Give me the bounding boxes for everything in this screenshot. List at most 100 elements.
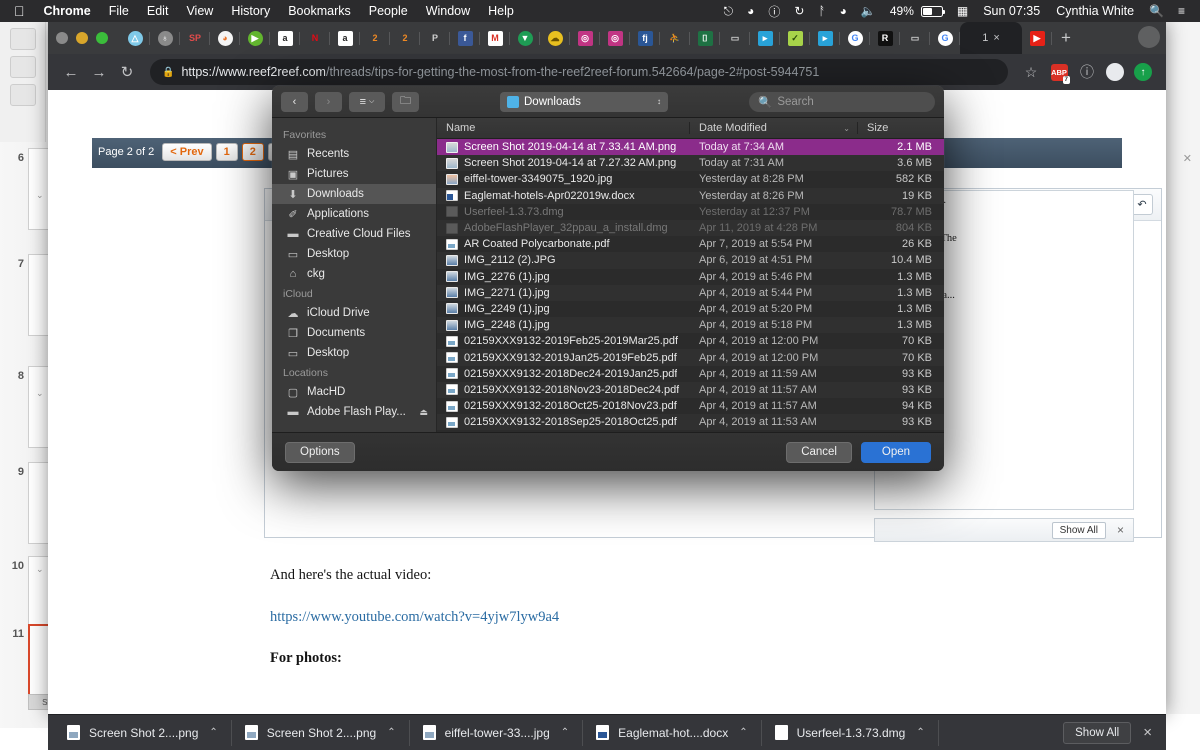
- chevron-up-icon[interactable]: ⌃: [916, 727, 924, 738]
- tab-excel[interactable]: ⌷: [690, 24, 720, 52]
- menu-bar-username[interactable]: Cynthia White: [1048, 4, 1142, 18]
- dialog-view-mode-button[interactable]: ≡ ⌵: [349, 91, 385, 112]
- menu-edit[interactable]: Edit: [138, 4, 178, 18]
- menu-view[interactable]: View: [177, 4, 222, 18]
- file-row[interactable]: 02159XXX9132-2019Feb25-2019Mar25.pdf Apr …: [437, 333, 944, 350]
- menu-file[interactable]: File: [100, 4, 138, 18]
- file-row[interactable]: 02159XXX9132-2018Dec24-2019Jan25.pdf Apr …: [437, 365, 944, 382]
- tab-orange-bird[interactable]: ◕: [210, 24, 240, 52]
- file-row[interactable]: 02159XXX9132-2018Sep25-2018Oct25.pdf Apr …: [437, 414, 944, 431]
- chevron-up-icon[interactable]: ⌃: [739, 727, 747, 738]
- close-tab-icon[interactable]: ×: [993, 32, 999, 44]
- adblock-extension-icon[interactable]: ABP 7: [1046, 63, 1072, 84]
- tab-2-orange[interactable]: 2: [360, 24, 390, 52]
- time-machine-icon[interactable]: ↻: [787, 4, 811, 18]
- slide-tool-icon[interactable]: [9, 84, 36, 106]
- tab-facebook[interactable]: f: [450, 24, 480, 52]
- tab-green-shield[interactable]: ▼: [510, 24, 540, 52]
- address-bar[interactable]: 🔒 https://www.reef2reef.com/threads/tips…: [150, 59, 1008, 85]
- tab-dropbox[interactable]: △: [120, 24, 150, 52]
- download-item[interactable]: eiffel-tower-33....jpg ⌃: [410, 719, 584, 746]
- eject-icon[interactable]: ⏏: [419, 407, 428, 418]
- chevron-down-icon[interactable]: ⌄: [36, 564, 44, 575]
- spotlight-search-icon[interactable]: 🔍: [1142, 4, 1171, 18]
- file-row[interactable]: AR Coated Polycarbonate.pdf Apr 7, 2019 a…: [437, 236, 944, 253]
- tab-instagram[interactable]: ◎: [570, 24, 600, 52]
- menu-help[interactable]: Help: [479, 4, 523, 18]
- sidebar-item-desktop[interactable]: ▭ Desktop: [272, 343, 436, 363]
- sidebar-item-adobe-flash-play[interactable]: ▬ Adobe Flash Play... ⏏: [272, 402, 436, 422]
- file-row[interactable]: IMG_2248 (1).jpg Apr 4, 2019 at 5:18 PM 1.…: [437, 317, 944, 334]
- file-row-selected[interactable]: Screen Shot 2019-04-14 at 7.33.41 AM.png…: [437, 139, 944, 156]
- download-item[interactable]: Screen Shot 2....png ⌃: [54, 719, 232, 746]
- tab-google[interactable]: G: [840, 24, 870, 52]
- tab-google-2[interactable]: G: [930, 24, 960, 52]
- file-row[interactable]: IMG_2112 (2).JPG Apr 6, 2019 at 4:51 PM 10…: [437, 252, 944, 269]
- download-item[interactable]: Userfeel-1.3.73.dmg ⌃: [762, 719, 939, 746]
- column-header-date[interactable]: Date Modified ⌄: [690, 122, 858, 134]
- file-row[interactable]: 02159XXX9132-2019Jan25-2019Feb25.pdf Apr …: [437, 349, 944, 366]
- file-row[interactable]: eiffel-tower-3349075_1920.jpg Yesterday a…: [437, 171, 944, 188]
- sidebar-item-pictures[interactable]: ▣ Pictures: [272, 164, 436, 184]
- chevron-down-icon[interactable]: ⌄: [36, 190, 44, 201]
- file-row[interactable]: IMG_2276 (1).jpg Apr 4, 2019 at 5:46 PM 1.…: [437, 268, 944, 285]
- download-item[interactable]: Eaglemat-hot....docx ⌃: [583, 719, 762, 746]
- show-all-downloads-button[interactable]: Show All: [1063, 721, 1132, 744]
- file-row[interactable]: 02159XXX9132-2018Nov23-2018Dec24.pdf Apr …: [437, 381, 944, 398]
- column-header-size[interactable]: Size: [858, 122, 944, 134]
- notification-center-icon[interactable]: ≡: [1171, 4, 1192, 18]
- new-folder-button[interactable]: 🗀: [392, 91, 419, 112]
- info-icon[interactable]: ⓘ: [1074, 62, 1100, 82]
- location-dropdown[interactable]: Downloads ↕: [500, 91, 668, 112]
- creative-cloud-icon[interactable]: ◕: [740, 4, 761, 18]
- tab-fj[interactable]: fj: [630, 24, 660, 52]
- sidebar-item-desktop[interactable]: ▭ Desktop: [272, 244, 436, 264]
- extension-green-icon[interactable]: ↑: [1130, 63, 1156, 81]
- wifi-icon[interactable]: ◕: [833, 4, 854, 18]
- file-row[interactable]: Eaglemat-hotels-Apr022019w.docx Yesterday…: [437, 187, 944, 204]
- tab-r-black[interactable]: R: [870, 24, 900, 52]
- file-row[interactable]: Screen Shot 2019-04-14 at 7.27.32 AM.png…: [437, 155, 944, 172]
- tab-netflix[interactable]: N: [300, 24, 330, 52]
- active-tab[interactable]: 1 ×: [960, 22, 1022, 54]
- menu-bookmarks[interactable]: Bookmarks: [279, 4, 360, 18]
- calculator-icon[interactable]: ▦: [950, 4, 975, 18]
- chevron-up-icon[interactable]: ⌃: [387, 727, 395, 738]
- tab-sp[interactable]: SP: [180, 24, 210, 52]
- tab-amazon[interactable]: a: [270, 24, 300, 52]
- tab-green-check[interactable]: ✓: [780, 24, 810, 52]
- tab-amazon-2[interactable]: a: [330, 24, 360, 52]
- options-button[interactable]: Options: [285, 441, 355, 463]
- apple-logo-icon[interactable]: : [8, 4, 35, 18]
- preview-show-all-button[interactable]: Show All: [1051, 521, 1106, 539]
- chevron-up-icon[interactable]: ⌃: [209, 727, 217, 738]
- chevron-up-icon[interactable]: ⌃: [561, 727, 569, 738]
- sidebar-item-ckg[interactable]: ⌂ ckg: [272, 264, 436, 284]
- youtube-link[interactable]: https://www.youtube.com/watch?v=4yjw7lyw…: [270, 609, 559, 625]
- sidebar-item-icloud-drive[interactable]: ☁ iCloud Drive: [272, 303, 436, 323]
- column-header-name[interactable]: Name: [437, 122, 690, 134]
- menu-bar-clock[interactable]: Sun 07:35: [975, 4, 1048, 18]
- tab-gmail[interactable]: M: [480, 24, 510, 52]
- tab-green-play[interactable]: ▶: [240, 24, 270, 52]
- tab-instagram-2[interactable]: ◎: [600, 24, 630, 52]
- menu-window[interactable]: Window: [417, 4, 479, 18]
- sidebar-item-machd[interactable]: ▢ MacHD: [272, 382, 436, 402]
- sidebar-item-applications[interactable]: ✐ Applications: [272, 204, 436, 224]
- battery-status[interactable]: 49%: [883, 4, 950, 18]
- back-button[interactable]: ←: [58, 59, 84, 85]
- sidebar-item-creative-cloud-files[interactable]: ▬ Creative Cloud Files: [272, 224, 436, 244]
- page-1-button[interactable]: 1: [215, 143, 238, 161]
- tab-globe[interactable]: ♁: [150, 24, 180, 52]
- dialog-forward-button[interactable]: ›: [315, 91, 342, 112]
- tab-blue-flag-2[interactable]: ▸: [810, 24, 840, 52]
- open-button[interactable]: Open: [861, 441, 931, 463]
- info-circle-icon[interactable]: ⓘ: [761, 3, 787, 20]
- menu-people[interactable]: People: [360, 4, 417, 18]
- screen-capture-icon[interactable]: ⎋: [717, 4, 741, 19]
- tab-p[interactable]: P: [420, 24, 450, 52]
- chevron-down-icon[interactable]: ⌄: [36, 388, 44, 399]
- volume-icon[interactable]: 🔈: [854, 4, 883, 18]
- dialog-back-button[interactable]: ‹: [281, 91, 308, 112]
- tab-blue-flag[interactable]: ▸: [750, 24, 780, 52]
